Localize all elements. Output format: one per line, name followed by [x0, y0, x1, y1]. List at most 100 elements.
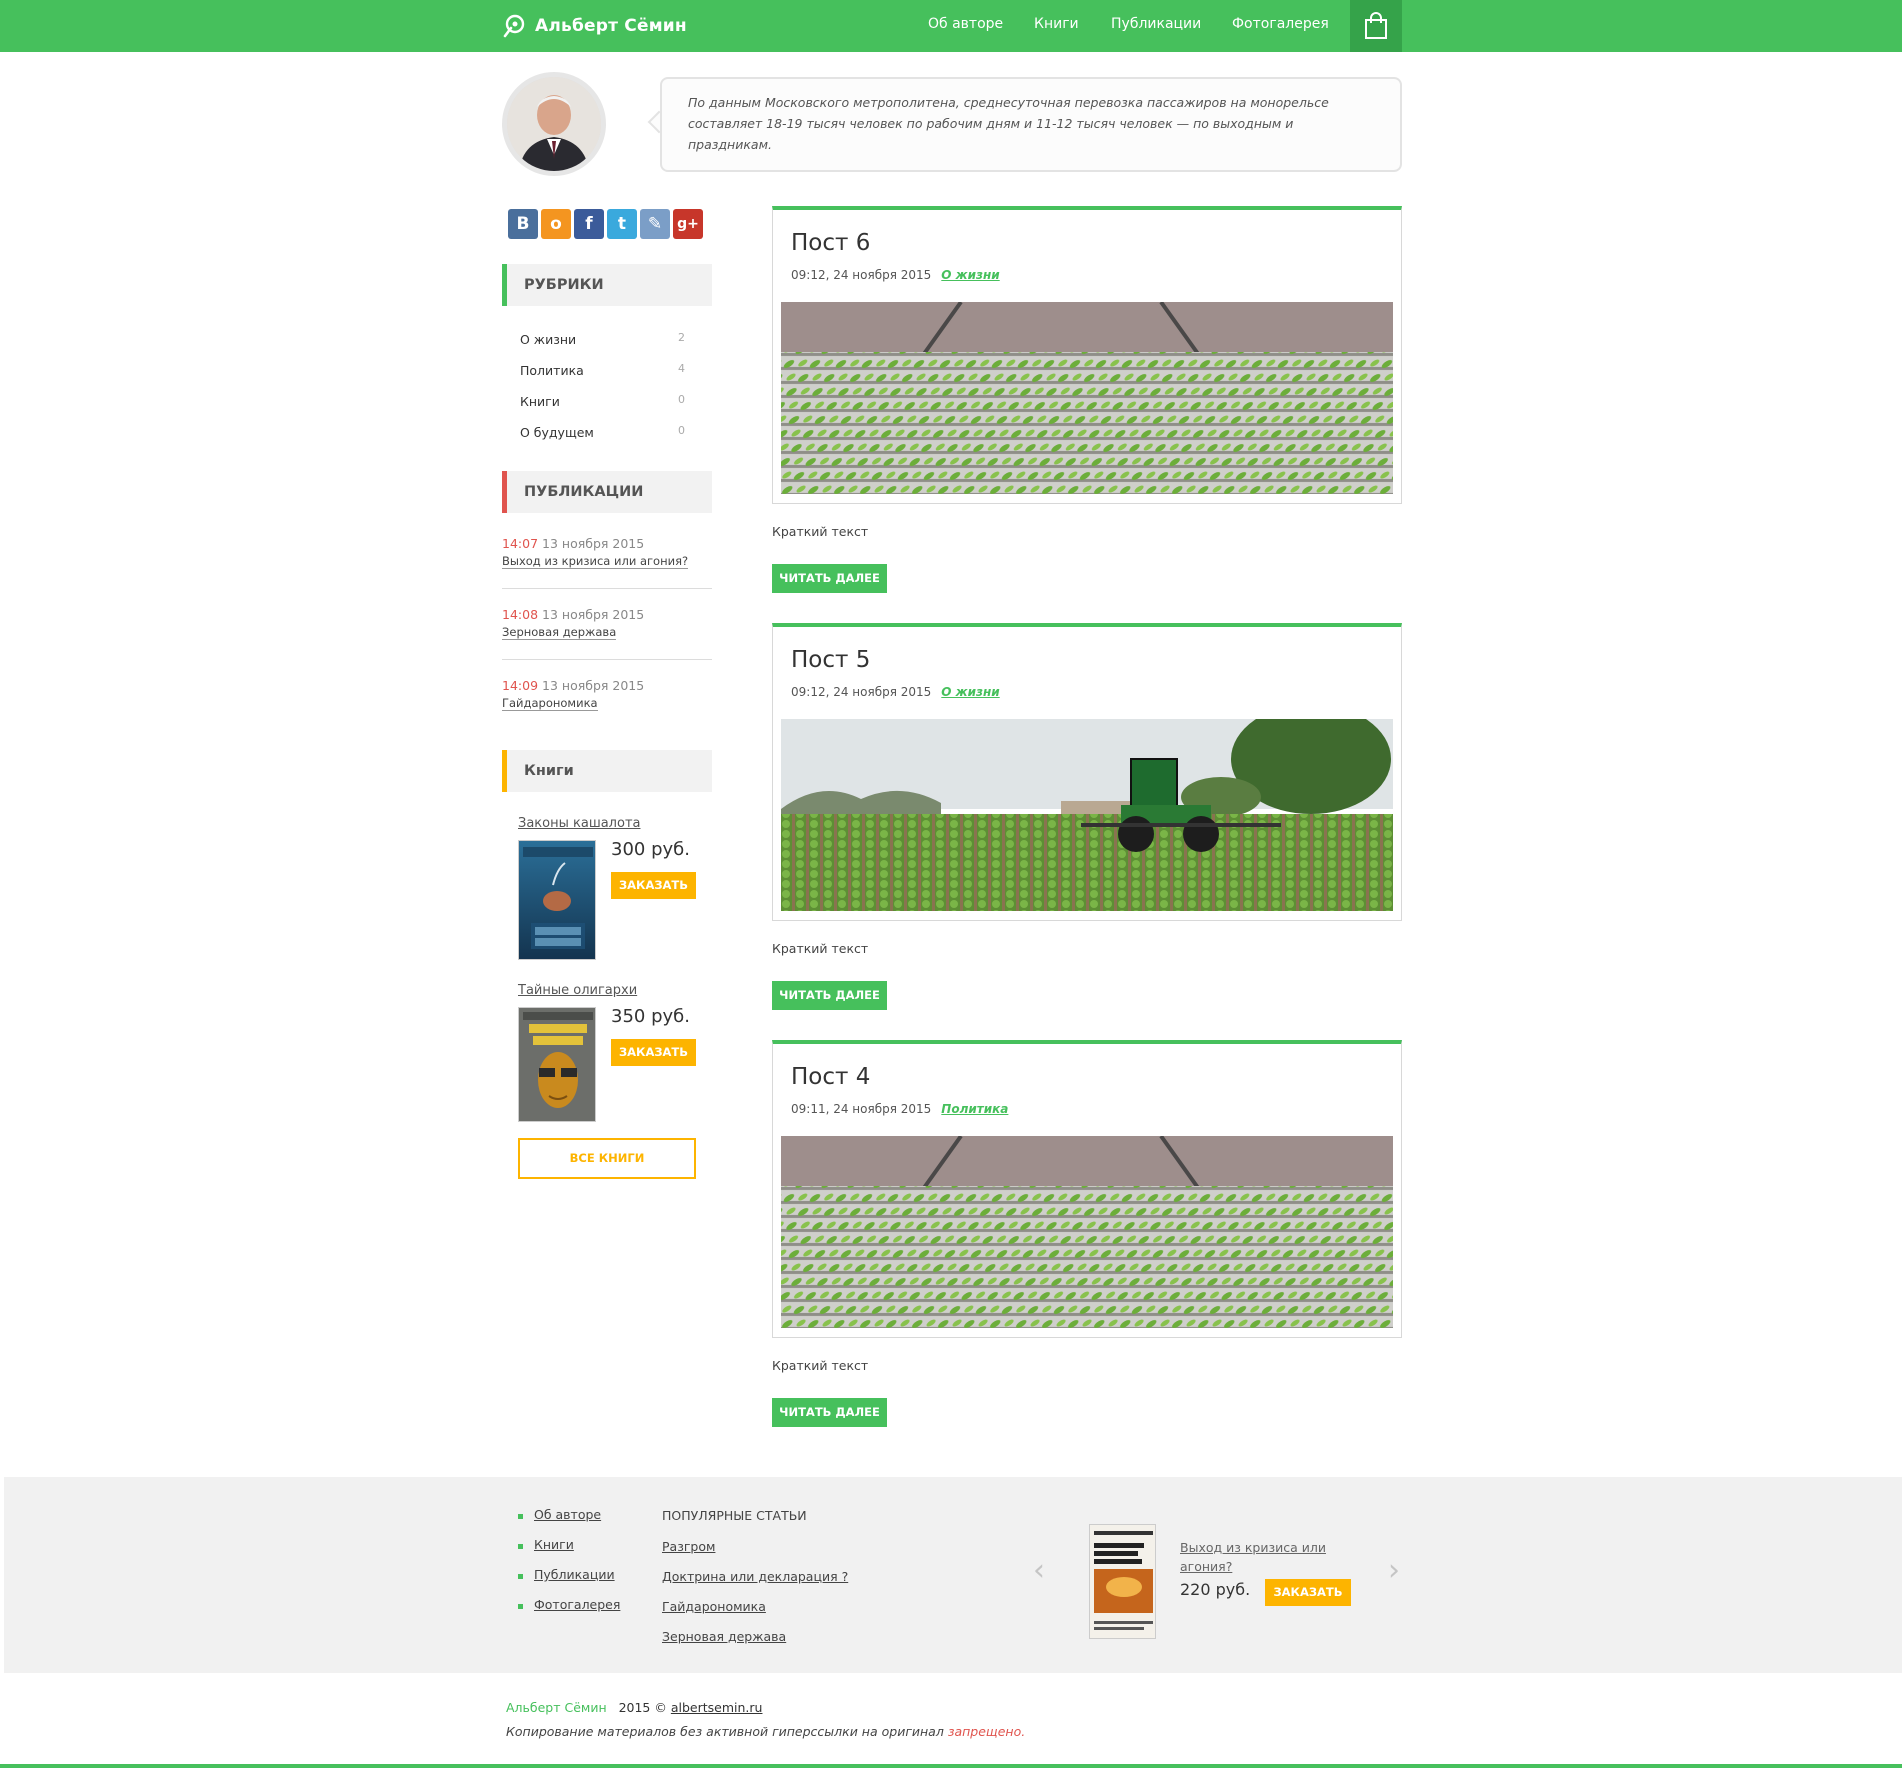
footer-book-cover[interactable]: [1089, 1524, 1156, 1639]
popular-article-link[interactable]: Разгром: [662, 1539, 715, 1554]
rubric-count: 0: [678, 424, 685, 437]
author-quote: По данным Московского метрополитена, сре…: [660, 77, 1402, 172]
post-image[interactable]: [781, 302, 1393, 494]
post-category-link[interactable]: О жизни: [941, 268, 999, 282]
order-button[interactable]: ЗАКАЗАТЬ: [611, 872, 696, 899]
twitter-icon[interactable]: t: [607, 209, 637, 239]
read-more-button[interactable]: ЧИТАТЬ ДАЛЕЕ: [772, 1398, 887, 1427]
book-title-link[interactable]: Законы кашалота: [518, 816, 640, 831]
popular-article-link[interactable]: Зерновая держава: [662, 1629, 786, 1644]
publication-item: 14:09 13 ноября 2015 Гайдарономика: [502, 678, 712, 711]
publication-time: 14:09: [502, 678, 539, 693]
copy-notice-forbidden: запрещено.: [947, 1724, 1026, 1739]
post-image[interactable]: [781, 1136, 1393, 1328]
copy-notice: Копирование материалов без активной гипе…: [506, 1724, 1025, 1739]
footer-link-publications[interactable]: Публикации: [534, 1567, 615, 1582]
post-excerpt: Краткий текст: [772, 1358, 869, 1373]
book-price: 300 руб.: [611, 839, 690, 860]
publication-link[interactable]: Гайдарономика: [502, 696, 598, 711]
author-avatar: [502, 72, 606, 176]
post-card: Пост 5 09:12, 24 ноября 2015 О жизни: [772, 623, 1402, 921]
post-category-link[interactable]: Политика: [941, 1102, 1008, 1116]
rubrics-title: РУБРИКИ: [502, 264, 712, 306]
publication-item: 14:08 13 ноября 2015 Зерновая держава: [502, 607, 712, 640]
divider: [502, 588, 712, 589]
copyright-name: Альберт Сёмин: [506, 1700, 607, 1715]
bottom-line: [0, 1764, 1902, 1768]
divider: [502, 659, 712, 660]
footer-book-price: 220 руб.: [1180, 1580, 1251, 1599]
facebook-icon[interactable]: f: [574, 209, 604, 239]
shopping-bag-icon: [1365, 12, 1387, 39]
post-category-link[interactable]: О жизни: [941, 685, 999, 699]
post-image[interactable]: [781, 719, 1393, 911]
rubric-count: 0: [678, 393, 685, 406]
footer-link-about[interactable]: Об авторе: [534, 1507, 601, 1522]
footer: [4, 1477, 1902, 1673]
footer-order-button[interactable]: ЗАКАЗАТЬ: [1265, 1579, 1351, 1606]
bullet: [518, 1514, 523, 1519]
post-date: 09:11, 24 ноября 2015: [791, 1102, 932, 1116]
odnoklassniki-icon[interactable]: о: [541, 209, 571, 239]
popular-article-link[interactable]: Гайдарономика: [662, 1599, 766, 1614]
read-more-button[interactable]: ЧИТАТЬ ДАЛЕЕ: [772, 981, 887, 1010]
book-cover-image[interactable]: [518, 1007, 596, 1122]
post-meta: 09:11, 24 ноября 2015 Политика: [791, 1102, 1008, 1116]
social-buttons: В о f t ✎ g+: [508, 209, 703, 239]
all-books-button[interactable]: ВСЕ КНИГИ: [518, 1138, 696, 1179]
post-meta: 09:12, 24 ноября 2015 О жизни: [791, 685, 1000, 699]
copy-notice-text: Копирование материалов без активной гипе…: [506, 1724, 944, 1739]
rubric-link[interactable]: О жизни: [520, 332, 690, 347]
post-meta: 09:12, 24 ноября 2015 О жизни: [791, 268, 1000, 282]
footer-link-books[interactable]: Книги: [534, 1537, 574, 1552]
bullet: [518, 1544, 523, 1549]
popular-article-link[interactable]: Доктрина или декларация ?: [662, 1569, 848, 1584]
post-excerpt: Краткий текст: [772, 524, 869, 539]
footer-book-title-link[interactable]: Выход из кризиса или агония?: [1180, 1538, 1330, 1576]
nav-gallery[interactable]: Фотогалерея: [1232, 16, 1329, 32]
cart-button[interactable]: [1350, 0, 1402, 52]
rubric-link[interactable]: Книги: [520, 394, 690, 409]
site-link[interactable]: albertsemin.ru: [671, 1700, 763, 1715]
book-title-link[interactable]: Тайные олигархи: [518, 983, 637, 998]
book-cover-image[interactable]: [518, 840, 596, 960]
publication-link[interactable]: Зерновая держава: [502, 625, 617, 640]
vk-icon[interactable]: В: [508, 209, 538, 239]
publication-link[interactable]: Выход из кризиса или агония?: [502, 554, 689, 569]
post-excerpt: Краткий текст: [772, 941, 869, 956]
book-price: 350 руб.: [611, 1006, 690, 1027]
post-date: 09:12, 24 ноября 2015: [791, 685, 932, 699]
post-title[interactable]: Пост 4: [791, 1064, 870, 1090]
post-date: 09:12, 24 ноября 2015: [791, 268, 932, 282]
order-button[interactable]: ЗАКАЗАТЬ: [611, 1039, 696, 1066]
logo-text: Альберт Сёмин: [535, 16, 687, 36]
read-more-button[interactable]: ЧИТАТЬ ДАЛЕЕ: [772, 564, 887, 593]
post-card: Пост 6 09:12, 24 ноября 2015 О жизни: [772, 206, 1402, 504]
nav-about[interactable]: Об авторе: [928, 16, 1003, 32]
post-title[interactable]: Пост 5: [791, 647, 870, 673]
nav-publications[interactable]: Публикации: [1111, 16, 1201, 32]
bullet: [518, 1604, 523, 1609]
logo[interactable]: Альберт Сёмин: [502, 13, 687, 39]
books-title: Книги: [502, 750, 712, 792]
copyright-year: 2015 ©: [618, 1700, 667, 1715]
footer-link-gallery[interactable]: Фотогалерея: [534, 1597, 620, 1612]
popular-articles-title: ПОПУЛЯРНЫЕ СТАТЬИ: [662, 1508, 807, 1523]
header: Альберт Сёмин Об авторе Книги Публикации…: [0, 0, 1902, 52]
post-title[interactable]: Пост 6: [791, 230, 870, 256]
publication-item: 14:07 13 ноября 2015 Выход из кризиса ил…: [502, 536, 712, 569]
copyright-line: Альберт Сёмин 2015 © albertsemin.ru: [506, 1700, 762, 1715]
publications-title: ПУБЛИКАЦИИ: [502, 471, 712, 513]
pen-icon: [503, 14, 525, 38]
rubric-link[interactable]: Политика: [520, 363, 690, 378]
livejournal-icon[interactable]: ✎: [640, 209, 670, 239]
publication-date: 13 ноября 2015: [542, 678, 645, 693]
chevron-right-icon[interactable]: ›: [1388, 1553, 1400, 1588]
nav-books[interactable]: Книги: [1034, 16, 1079, 32]
post-card: Пост 4 09:11, 24 ноября 2015 Политика: [772, 1040, 1402, 1338]
google-plus-icon[interactable]: g+: [673, 209, 703, 239]
publication-time: 14:08: [502, 607, 539, 622]
rubric-count: 4: [678, 362, 685, 375]
chevron-left-icon[interactable]: ‹: [1033, 1553, 1045, 1588]
rubric-link[interactable]: О будущем: [520, 425, 690, 440]
